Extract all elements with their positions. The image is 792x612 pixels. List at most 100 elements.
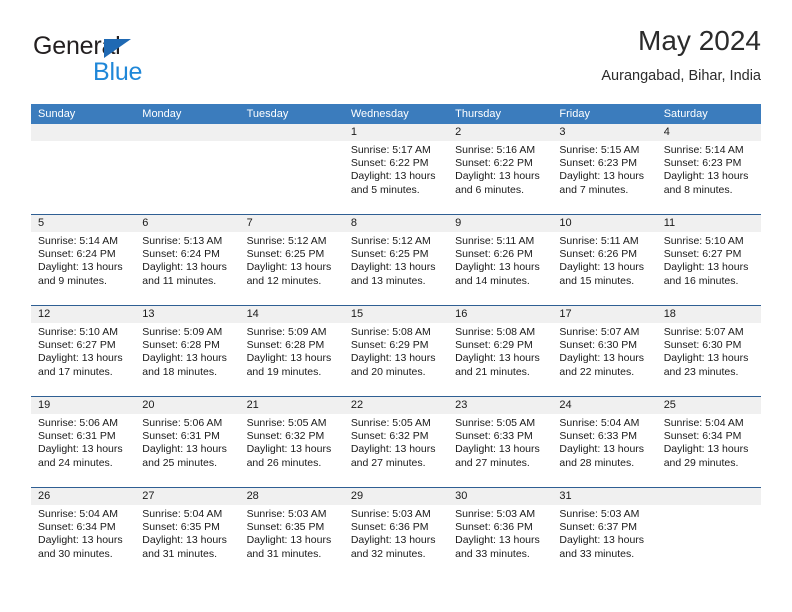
daylight-line-2-text: and 31 minutes. bbox=[246, 547, 322, 560]
day-number[interactable]: 25 bbox=[657, 397, 761, 414]
day-number[interactable]: 29 bbox=[344, 488, 448, 505]
day-number[interactable]: 8 bbox=[344, 215, 448, 232]
daylight-line-2-text: and 23 minutes. bbox=[663, 365, 739, 378]
daylight-line-1-text: Daylight: 13 hours bbox=[350, 534, 436, 547]
calendar-week-row: 19 20 21 22 23 24 25 Sunrise: 5:06 AM Sunset: 6:… bbox=[31, 396, 761, 487]
daylight-line-2-text: and 7 minutes. bbox=[559, 183, 629, 196]
day-number[interactable]: 30 bbox=[448, 488, 552, 505]
day-cell[interactable]: Sunrise: 5:04 AM Sunset: 6:33 PM Daylight:… bbox=[552, 414, 656, 487]
sunrise-text: Sunrise: 5:04 AM bbox=[559, 417, 640, 429]
day-cell[interactable]: Sunrise: 5:10 AM Sunset: 6:27 PM Daylight:… bbox=[31, 323, 135, 396]
day-number[interactable]: 19 bbox=[31, 397, 135, 414]
day-number[interactable]: 20 bbox=[135, 397, 239, 414]
logo-triangle-icon bbox=[104, 39, 131, 58]
day-cell[interactable]: Sunrise: 5:06 AM Sunset: 6:31 PM Daylight:… bbox=[135, 414, 239, 487]
day-number[interactable]: 5 bbox=[31, 215, 135, 232]
day-cell[interactable]: Sunrise: 5:05 AM Sunset: 6:32 PM Daylight:… bbox=[344, 414, 448, 487]
day-number[interactable]: 6 bbox=[135, 215, 239, 232]
day-number[interactable]: 1 bbox=[344, 124, 448, 141]
day-cell[interactable]: Sunrise: 5:03 AM Sunset: 6:35 PM Daylight:… bbox=[240, 505, 344, 578]
sunrise-text: Sunrise: 5:05 AM bbox=[350, 417, 431, 429]
day-number[interactable]: 10 bbox=[552, 215, 656, 232]
day-cell[interactable]: Sunrise: 5:14 AM Sunset: 6:23 PM Daylight:… bbox=[657, 141, 761, 214]
day-number[interactable]: 23 bbox=[448, 397, 552, 414]
general-blue-logo[interactable]: General Blue bbox=[31, 32, 231, 90]
day-number[interactable]: 17 bbox=[552, 306, 656, 323]
day-cell[interactable]: Sunrise: 5:12 AM Sunset: 6:25 PM Daylight:… bbox=[240, 232, 344, 305]
day-cell[interactable]: Sunrise: 5:04 AM Sunset: 6:34 PM Daylight:… bbox=[657, 414, 761, 487]
sunset-text: Sunset: 6:24 PM bbox=[38, 248, 116, 261]
sunset-text: Sunset: 6:37 PM bbox=[559, 521, 638, 534]
day-number[interactable]: 21 bbox=[240, 397, 344, 414]
day-cell[interactable]: Sunrise: 5:14 AM Sunset: 6:24 PM Daylight:… bbox=[31, 232, 135, 305]
day-number[interactable]: 18 bbox=[657, 306, 761, 323]
title-block: May 2024 Aurangabad, Bihar, India bbox=[601, 24, 761, 85]
day-cell[interactable]: Sunrise: 5:17 AM Sunset: 6:22 PM Daylight:… bbox=[344, 141, 448, 214]
daylight-line-1-text: Daylight: 13 hours bbox=[38, 443, 123, 456]
week-detail-band: Sunrise: 5:04 AM Sunset: 6:34 PM Daylight:… bbox=[31, 505, 761, 578]
day-number[interactable]: 2 bbox=[448, 124, 552, 141]
day-number[interactable]: 15 bbox=[344, 306, 448, 323]
day-number[interactable]: 27 bbox=[135, 488, 239, 505]
day-number[interactable]: 9 bbox=[448, 215, 552, 232]
day-header-friday: Friday bbox=[559, 108, 590, 120]
day-number[interactable]: 28 bbox=[240, 488, 344, 505]
day-number[interactable]: 13 bbox=[135, 306, 239, 323]
day-number[interactable]: 3 bbox=[552, 124, 656, 141]
day-number[interactable]: 4 bbox=[657, 124, 761, 141]
page-subtitle-location: Aurangabad, Bihar, India bbox=[601, 68, 761, 84]
day-cell[interactable]: Sunrise: 5:13 AM Sunset: 6:24 PM Daylight:… bbox=[135, 232, 239, 305]
day-cell[interactable]: Sunrise: 5:09 AM Sunset: 6:28 PM Daylight:… bbox=[135, 323, 239, 396]
daylight-line-2-text: and 18 minutes. bbox=[142, 365, 217, 378]
sunset-text: Sunset: 6:30 PM bbox=[559, 339, 638, 352]
day-cell[interactable]: Sunrise: 5:04 AM Sunset: 6:34 PM Daylight:… bbox=[31, 505, 135, 578]
daylight-line-1-text: Daylight: 13 hours bbox=[663, 261, 749, 274]
sunset-text: Sunset: 6:27 PM bbox=[38, 339, 116, 352]
day-cell[interactable]: Sunrise: 5:05 AM Sunset: 6:33 PM Daylight:… bbox=[448, 414, 552, 487]
day-cell[interactable]: Sunrise: 5:07 AM Sunset: 6:30 PM Daylight:… bbox=[552, 323, 656, 396]
day-number[interactable]: 26 bbox=[31, 488, 135, 505]
daylight-line-2-text: and 27 minutes. bbox=[455, 456, 530, 469]
daylight-line-1-text: Daylight: 13 hours bbox=[246, 443, 332, 456]
sunset-text: Sunset: 6:35 PM bbox=[246, 521, 325, 534]
day-cell[interactable]: Sunrise: 5:03 AM Sunset: 6:37 PM Daylight:… bbox=[552, 505, 656, 578]
day-number[interactable]: 16 bbox=[448, 306, 552, 323]
day-cell[interactable]: Sunrise: 5:09 AM Sunset: 6:28 PM Daylight:… bbox=[240, 323, 344, 396]
day-cell-empty bbox=[657, 505, 761, 578]
day-number[interactable]: 14 bbox=[240, 306, 344, 323]
sunrise-text: Sunrise: 5:09 AM bbox=[246, 326, 327, 338]
sunset-text: Sunset: 6:26 PM bbox=[455, 248, 533, 261]
day-cell[interactable]: Sunrise: 5:12 AM Sunset: 6:25 PM Daylight:… bbox=[344, 232, 448, 305]
day-number[interactable]: 12 bbox=[31, 306, 135, 323]
day-cell[interactable]: Sunrise: 5:08 AM Sunset: 6:29 PM Daylight:… bbox=[344, 323, 448, 396]
sunset-text: Sunset: 6:31 PM bbox=[38, 430, 116, 443]
day-cell[interactable]: Sunrise: 5:11 AM Sunset: 6:26 PM Daylight:… bbox=[552, 232, 656, 305]
day-cell[interactable]: Sunrise: 5:03 AM Sunset: 6:36 PM Daylight:… bbox=[344, 505, 448, 578]
sunrise-text: Sunrise: 5:04 AM bbox=[38, 508, 118, 520]
day-number[interactable]: 11 bbox=[657, 215, 761, 232]
daylight-line-1-text: Daylight: 13 hours bbox=[246, 261, 332, 274]
day-cell[interactable]: Sunrise: 5:10 AM Sunset: 6:27 PM Daylight:… bbox=[657, 232, 761, 305]
day-cell[interactable]: Sunrise: 5:04 AM Sunset: 6:35 PM Daylight:… bbox=[135, 505, 239, 578]
day-cell[interactable]: Sunrise: 5:07 AM Sunset: 6:30 PM Daylight:… bbox=[657, 323, 761, 396]
day-cell[interactable]: Sunrise: 5:15 AM Sunset: 6:23 PM Daylight:… bbox=[552, 141, 656, 214]
sunset-text: Sunset: 6:28 PM bbox=[246, 339, 325, 352]
day-header-wednesday: Wednesday bbox=[350, 108, 409, 120]
daylight-line-1-text: Daylight: 13 hours bbox=[559, 443, 645, 456]
day-of-week-header-row: Sunday Monday Tuesday Wednesday Thursday Frid… bbox=[31, 104, 761, 124]
daylight-line-2-text: and 8 minutes. bbox=[663, 183, 733, 196]
sunset-text: Sunset: 6:33 PM bbox=[559, 430, 638, 443]
day-cell[interactable]: Sunrise: 5:16 AM Sunset: 6:22 PM Daylight:… bbox=[448, 141, 552, 214]
day-cell[interactable]: Sunrise: 5:05 AM Sunset: 6:32 PM Daylight:… bbox=[240, 414, 344, 487]
day-cell[interactable]: Sunrise: 5:03 AM Sunset: 6:36 PM Daylight:… bbox=[448, 505, 552, 578]
day-number[interactable]: 22 bbox=[344, 397, 448, 414]
day-number[interactable]: 31 bbox=[552, 488, 656, 505]
day-cell[interactable]: Sunrise: 5:08 AM Sunset: 6:29 PM Daylight:… bbox=[448, 323, 552, 396]
daylight-line-2-text: and 30 minutes. bbox=[38, 547, 113, 560]
day-cell[interactable]: Sunrise: 5:11 AM Sunset: 6:26 PM Daylight:… bbox=[448, 232, 552, 305]
daylight-line-1-text: Daylight: 13 hours bbox=[559, 534, 645, 547]
day-number-empty bbox=[240, 124, 344, 141]
day-number[interactable]: 24 bbox=[552, 397, 656, 414]
day-cell[interactable]: Sunrise: 5:06 AM Sunset: 6:31 PM Daylight:… bbox=[31, 414, 135, 487]
day-number[interactable]: 7 bbox=[240, 215, 344, 232]
